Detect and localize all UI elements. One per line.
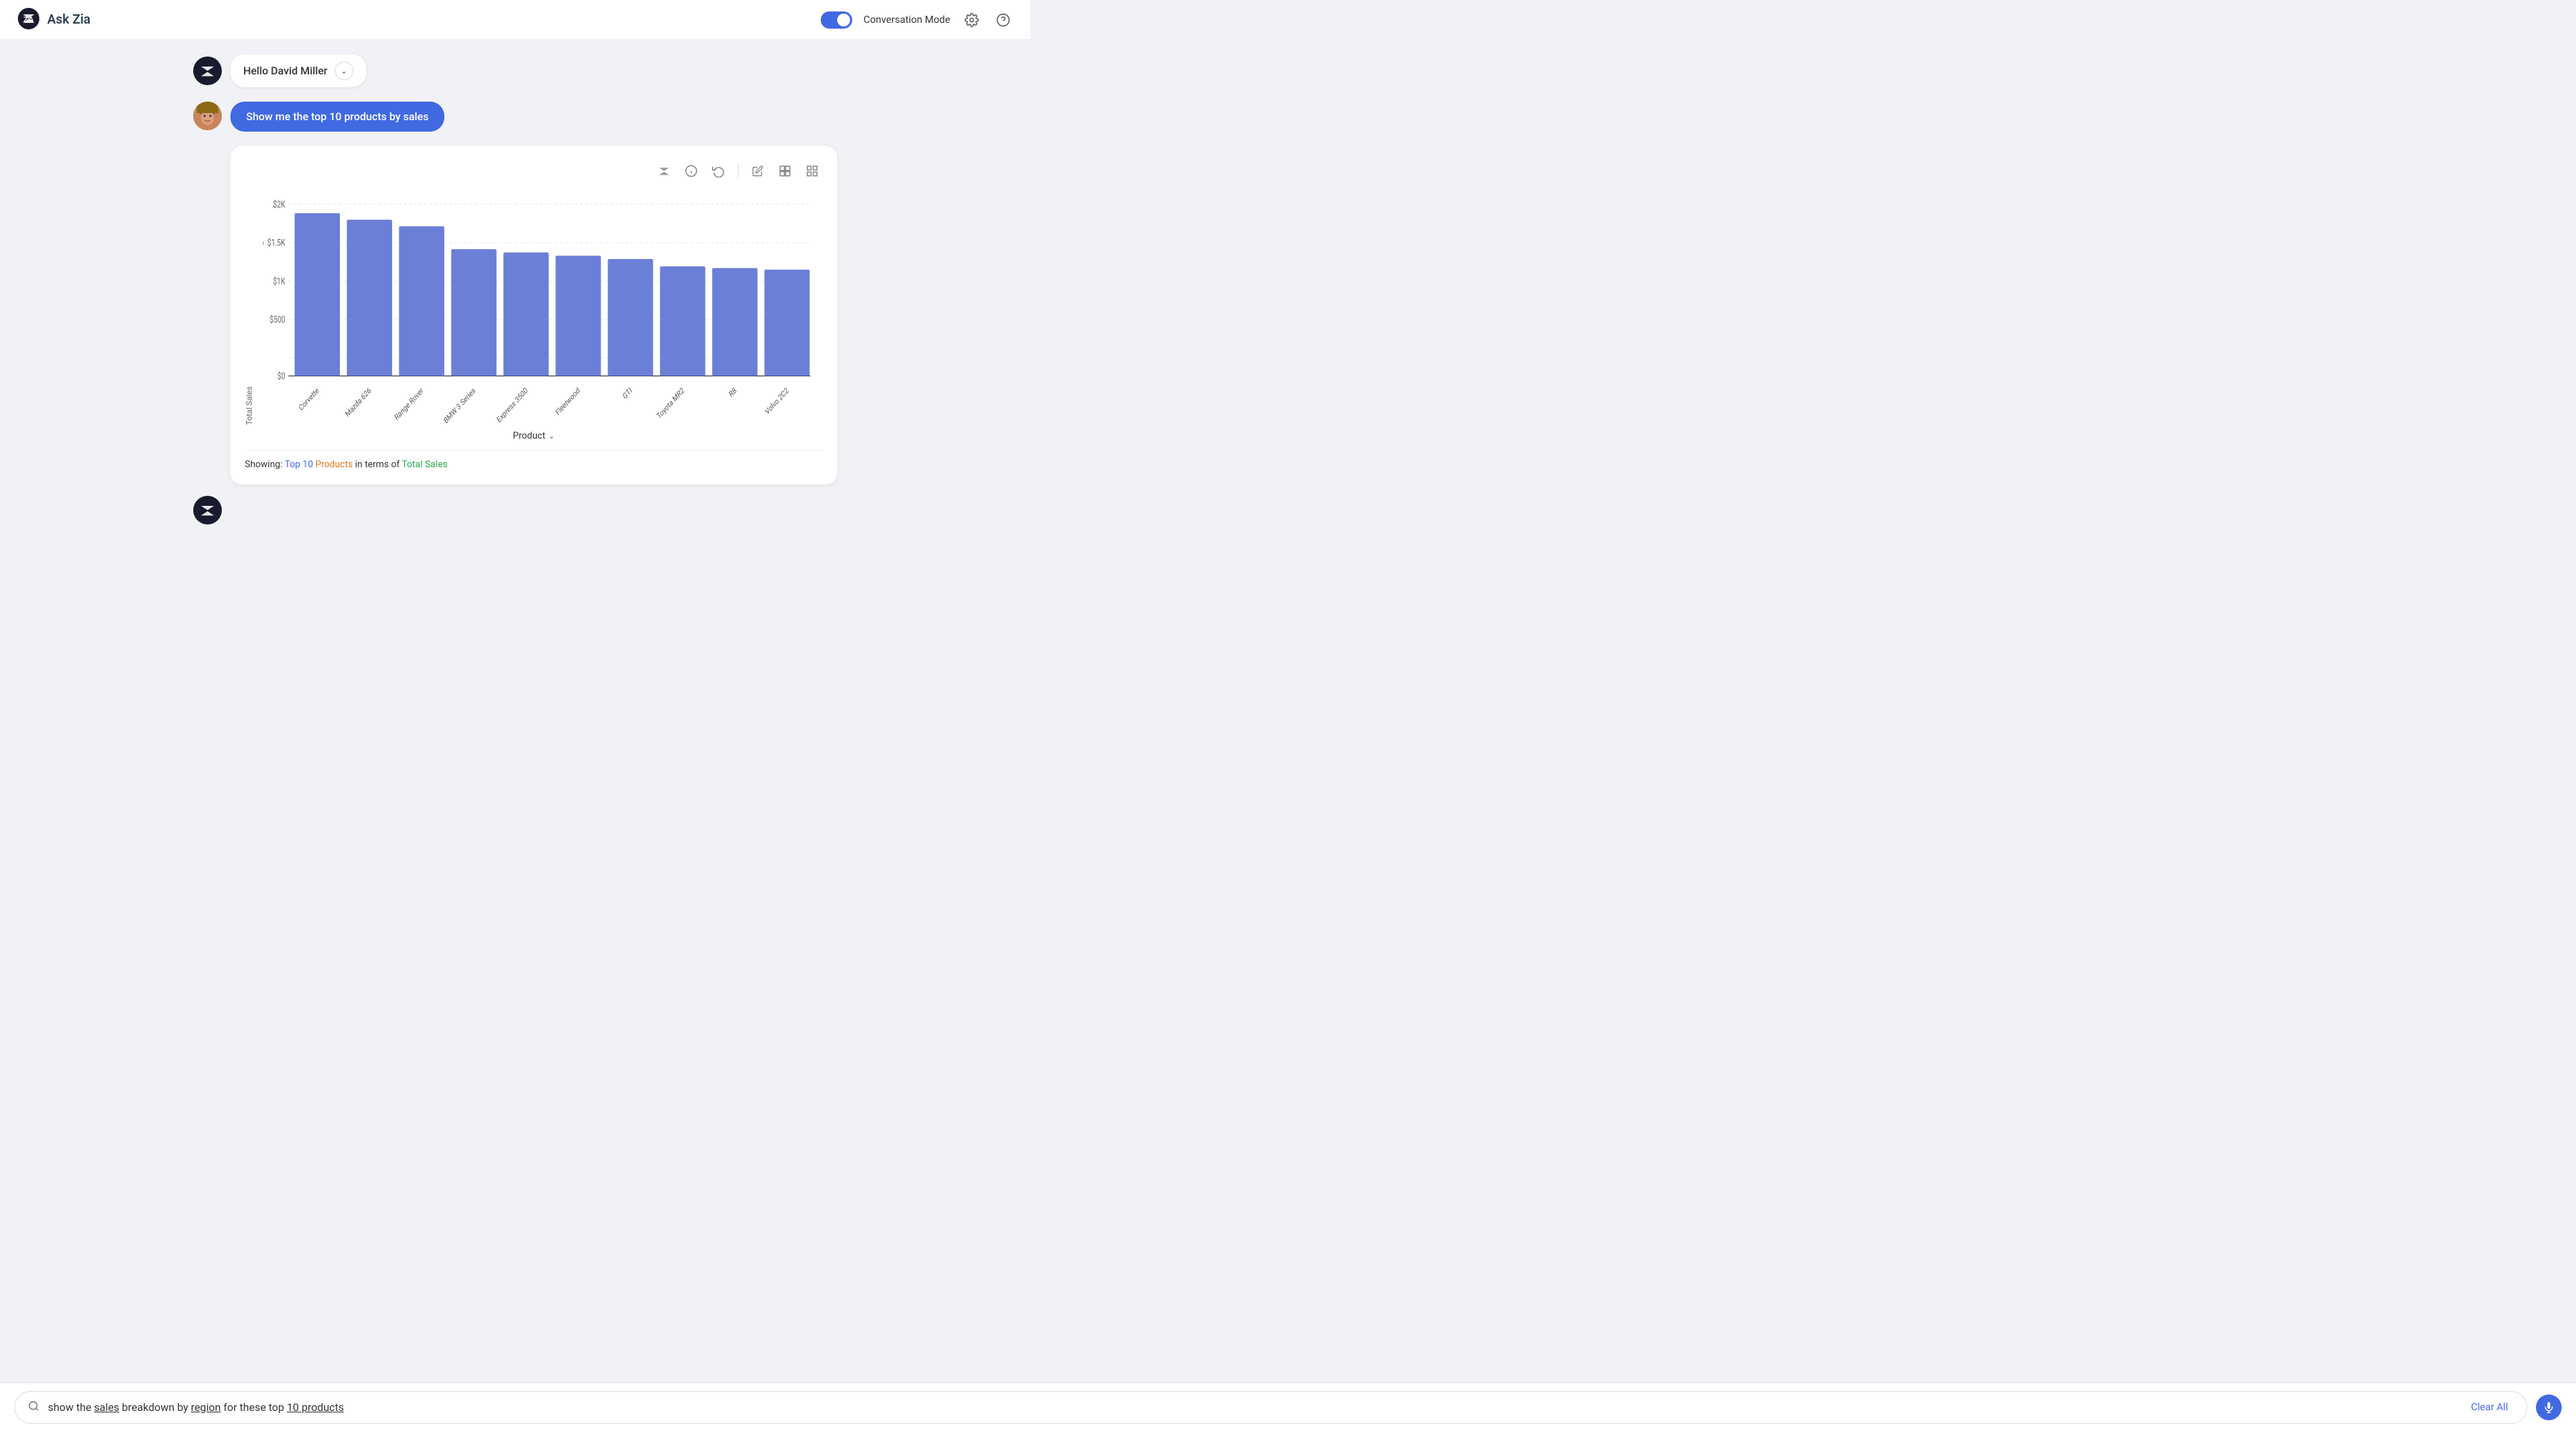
chart-container: Total Sales $2K $1.5K $1K $	[245, 196, 823, 425]
header-right: Conversation Mode	[821, 10, 1013, 30]
main-content: Hello David Miller ⌄	[0, 40, 1030, 1382]
sales-underline: sales	[94, 1401, 119, 1414]
user-message-text: Show me the top 10 products by sales	[246, 110, 429, 123]
greeting-text: Hello David Miller	[243, 64, 328, 77]
bar-gti	[608, 259, 653, 376]
chart-inner: $2K $1.5K $1K $500 $0 ›	[257, 196, 823, 425]
svg-text:GTI: GTI	[622, 386, 634, 401]
conversation: Hello David Miller ⌄	[193, 54, 837, 524]
chart-toolbar	[245, 160, 823, 187]
bar-toyota	[660, 266, 705, 376]
chart-card: Total Sales $2K $1.5K $1K $	[230, 146, 837, 484]
header: ZA Ask Zia Conversation Mode	[0, 0, 1030, 40]
app-title: Ask Zia	[47, 12, 90, 27]
x-axis-chevron-icon: ⌄	[548, 431, 555, 441]
svg-text:BMW 3 Series: BMW 3 Series	[443, 386, 477, 425]
zia-logo-icon: ZA	[17, 7, 40, 33]
bar-express	[504, 253, 549, 376]
search-icon	[28, 1400, 39, 1415]
svg-text:Range Rover: Range Rover	[394, 386, 425, 423]
svg-text:Fleetwood: Fleetwood	[555, 386, 581, 418]
bar-bmw	[452, 249, 497, 376]
chart-footer: Product ⌄	[245, 431, 823, 441]
help-icon[interactable]	[993, 10, 1013, 30]
edit-icon[interactable]	[747, 160, 769, 182]
svg-text:$2K: $2K	[273, 200, 286, 210]
greeting-row: Hello David Miller ⌄	[193, 54, 837, 87]
input-bar: show the sales breakdown by region for t…	[0, 1382, 2576, 1431]
bar-mazda	[347, 220, 392, 376]
info-icon[interactable]	[680, 160, 702, 182]
svg-text:$500: $500	[270, 315, 286, 326]
header-left: ZA Ask Zia	[17, 7, 90, 33]
save-icon[interactable]	[774, 160, 796, 182]
bar-volvo	[764, 270, 809, 376]
10products-underline: 10 products	[287, 1401, 344, 1414]
middle-text: in terms of	[355, 459, 401, 470]
clear-all-button[interactable]: Clear All	[2471, 1402, 2508, 1413]
svg-text:Toyota MR2: Toyota MR2	[656, 386, 686, 421]
showing-info: Showing: Top 10 Products in terms of Tot…	[245, 450, 823, 470]
history-icon[interactable]	[708, 160, 729, 182]
input-wrapper: show the sales breakdown by region for t…	[14, 1391, 2527, 1424]
input-text-show: show the sales breakdown by region for t…	[48, 1401, 344, 1414]
mic-button[interactable]	[2536, 1395, 2562, 1420]
settings-icon[interactable]	[962, 10, 982, 30]
bar-corvette	[295, 213, 340, 376]
user-avatar	[193, 102, 222, 130]
conversation-mode-label: Conversation Mode	[864, 14, 950, 26]
greeting-chevron-button[interactable]: ⌄	[335, 62, 353, 80]
x-axis-label-text: Product	[513, 431, 545, 441]
top-10-text: Top 10	[285, 459, 316, 470]
zia-chart-icon[interactable]	[653, 160, 675, 182]
y-axis-label: Total Sales	[245, 196, 254, 425]
metric-text: Total Sales	[402, 459, 448, 470]
region-underline: region	[191, 1401, 221, 1414]
svg-text:Mazda 626: Mazda 626	[344, 386, 373, 419]
svg-text:Volvo 2C2: Volvo 2C2	[764, 386, 791, 417]
chart-svg: $2K $1.5K $1K $500 $0 ›	[257, 196, 823, 425]
grid-icon[interactable]	[801, 160, 823, 182]
bar-range-rover	[399, 226, 444, 376]
zia-response-row	[193, 496, 837, 524]
zia-avatar	[193, 57, 222, 85]
svg-text:›: ›	[262, 238, 264, 249]
svg-text:$0: $0	[278, 371, 286, 382]
user-message-bubble: Show me the top 10 products by sales	[230, 102, 444, 132]
x-axis-label[interactable]: Product ⌄	[513, 431, 555, 441]
bar-fleetwood	[555, 255, 600, 376]
dimension-text: Products	[316, 459, 353, 470]
greeting-bubble: Hello David Miller ⌄	[230, 54, 366, 87]
user-message-row: Show me the top 10 products by sales	[193, 102, 837, 132]
svg-text:Corvette: Corvette	[298, 386, 321, 413]
conversation-mode-toggle[interactable]	[821, 11, 852, 29]
input-text-display[interactable]: show the sales breakdown by region for t…	[48, 1401, 2462, 1414]
svg-text:Express 3500: Express 3500	[496, 386, 530, 425]
bar-r8	[712, 268, 757, 376]
svg-text:ZA: ZA	[24, 16, 34, 24]
svg-text:$1.5K: $1.5K	[268, 238, 286, 249]
svg-text:$1K: $1K	[273, 276, 286, 287]
svg-text:R8: R8	[728, 386, 738, 399]
showing-prefix: Showing:	[245, 459, 283, 470]
zia-avatar-bottom	[193, 496, 222, 524]
